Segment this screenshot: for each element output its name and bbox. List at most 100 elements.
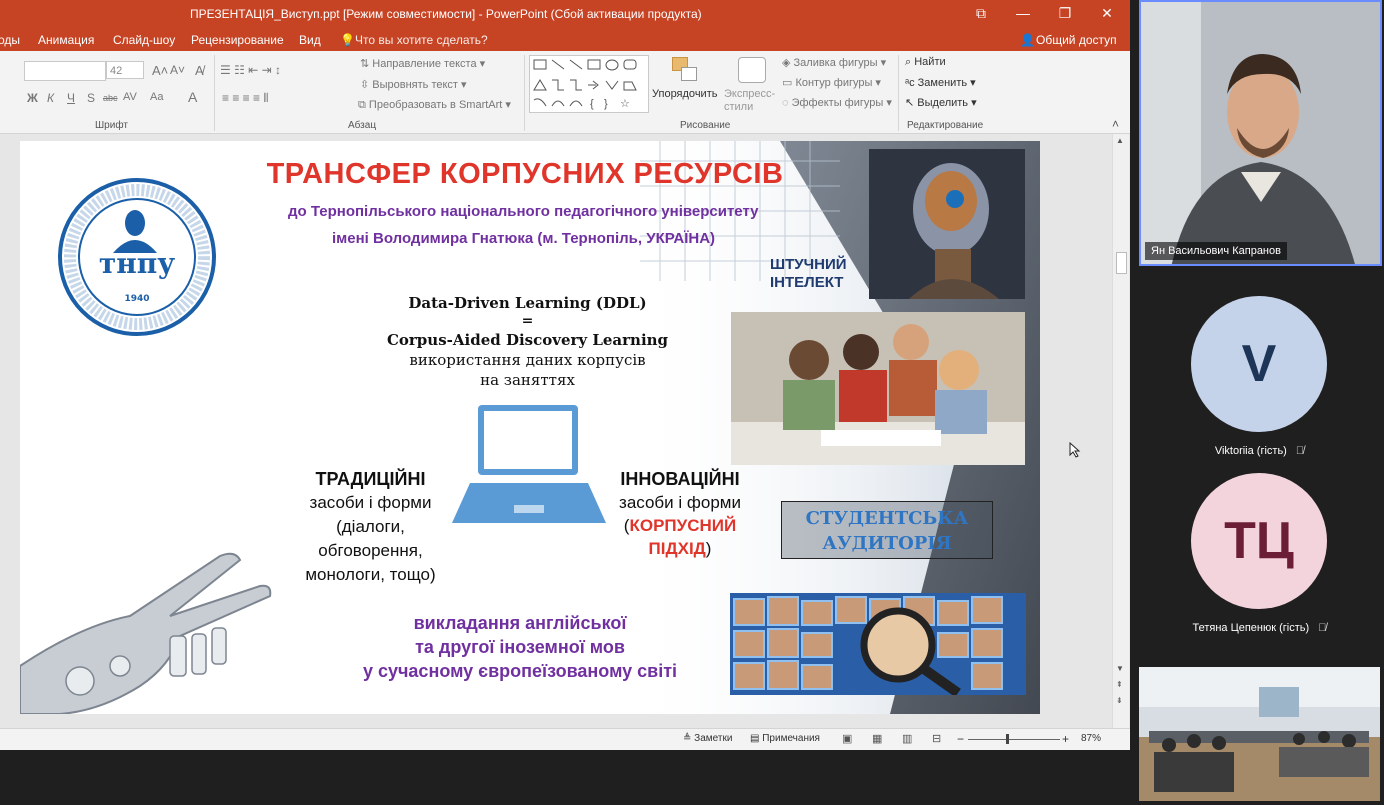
scroll-thumb[interactable] [1116, 252, 1127, 274]
mouse-cursor-icon [1069, 442, 1081, 458]
participant-video-tile[interactable]: Ян Васильович Капранов [1139, 0, 1382, 266]
ribbon: 42 A˄ A˅ A̸ Ж К Ч S abc AV Aa A Шрифт ☰ … [0, 51, 1130, 134]
zoom-slider[interactable] [968, 739, 1060, 740]
meeting-sidebar: Ян Васильович Капранов V Viktoriia (гіст… [1135, 0, 1384, 805]
italic-button[interactable]: К [47, 91, 54, 105]
quick-styles-icon[interactable] [738, 57, 766, 83]
bold-button[interactable]: Ж [27, 91, 38, 105]
scroll-down-icon[interactable]: ▼ [1116, 664, 1124, 673]
laptop-icon [452, 405, 606, 523]
ribbon-tabs: оды Анимация Слайд-шоу Рецензирование Ви… [0, 27, 1130, 51]
shape-outline-button[interactable]: ▭ Контур фигуры ▾ [782, 76, 881, 89]
arrange-icon[interactable] [672, 57, 698, 83]
classroom-video-tile[interactable] [1139, 667, 1380, 801]
collapse-ribbon-icon[interactable]: ˄ [1112, 117, 1119, 131]
search-icon: ⌕ [905, 56, 912, 68]
zoom-out-button[interactable]: − [957, 732, 964, 746]
smartart-label: Преобразовать в SmartArt [368, 99, 503, 111]
tell-me-box[interactable]: Что вы хотите сделать? [355, 33, 488, 47]
paren-close: ) [705, 539, 712, 558]
font-name-box[interactable] [24, 61, 106, 81]
zoom-level[interactable]: 87% [1081, 733, 1101, 744]
change-case-button[interactable]: Aa [150, 91, 163, 103]
font-color-icon[interactable]: A [188, 89, 197, 105]
bullets-icon[interactable]: ☰ ☷ ⇤ ⇥ ↕ [220, 63, 281, 77]
increase-font-icon[interactable]: A˄ [152, 63, 168, 78]
replace-button[interactable]: ᵃc Заменить ▾ [905, 76, 976, 89]
slide-subtitle-2: імені Володимира Гнатюка (м. Тернопіль, … [332, 230, 716, 247]
arrange-button[interactable]: Упорядочить [652, 88, 717, 100]
clear-format-icon[interactable]: A̸ [195, 63, 204, 78]
next-slide-icon[interactable]: ⇟ [1116, 696, 1123, 705]
faces-mosaic-image [730, 593, 1026, 695]
restore-button[interactable]: ❐ [1046, 2, 1084, 24]
cadl-line: Corpus-Aided Discovery Learning [386, 331, 669, 349]
ai-label: ШТУЧНИЙ ІНТЕЛЕКТ [770, 256, 870, 292]
ribbon-display-options-icon[interactable]: ⧉ [962, 2, 1000, 24]
slide[interactable]: тнпу 1940 ТРАНСФЕР КОРПУСНИХ РЕСУРСІВ до… [20, 141, 1040, 714]
comments-button[interactable]: ▤ Примечания [750, 733, 820, 744]
usage-line-1: використання даних корпусів [409, 351, 646, 369]
group-label-font: Шрифт [95, 120, 128, 131]
shape-effects-label: Эффекты фигуры [791, 97, 884, 109]
vertical-scrollbar[interactable]: ▲ ▼ ⇞ ⇟ [1112, 134, 1129, 728]
tab-slideshow[interactable]: Слайд-шоу [113, 33, 175, 47]
zoom-slider-thumb[interactable] [1006, 734, 1009, 744]
tab-review[interactable]: Рецензирование [191, 33, 284, 47]
shape-effects-button[interactable]: ◌ Эффекты фигуры ▾ [782, 96, 892, 109]
minimize-button[interactable]: — [1004, 2, 1042, 24]
tab-animation[interactable]: Анимация [38, 33, 94, 47]
shape-fill-label: Заливка фигуры [793, 57, 878, 69]
tab-view[interactable]: Вид [299, 33, 321, 47]
slide-title: ТРАНСФЕР КОРПУСНИХ РЕСУРСІВ [266, 158, 784, 190]
group-label-drawing: Рисование [680, 120, 731, 131]
group-label-editing: Редактирование [907, 120, 984, 131]
comments-label: Примечания [762, 733, 820, 744]
align-text-label: Выровнять текст [372, 79, 458, 91]
powerpoint-window: ПРЕЗЕНТАЦІЯ_Виступ.ppt [Режим совместимо… [0, 0, 1130, 750]
classroom-video [1139, 667, 1380, 801]
normal-view-icon[interactable]: ▣ [842, 732, 852, 745]
align-icons[interactable]: ≡ ≡ ≡ ≡ ⫴ [222, 91, 268, 106]
font-size-box[interactable]: 42 [106, 61, 144, 79]
participant-name-row: Тетяна Цепенюк (гість) 🎙̸ [1135, 622, 1384, 634]
speaker-video [1141, 2, 1380, 264]
shadow-button[interactable]: S [87, 91, 95, 105]
select-button[interactable]: ↖ Выделить ▾ [905, 96, 977, 109]
find-button[interactable]: ⌕ Найти [905, 56, 946, 69]
approach-text: ПІДХІД [648, 539, 706, 558]
participant-avatar[interactable]: V [1191, 296, 1327, 432]
text-direction-button[interactable]: ⇅ Направление текста ▾ [360, 57, 485, 70]
innovative-sub: засоби і форми [619, 493, 741, 512]
divider [898, 55, 899, 131]
participant-avatar[interactable]: ТЦ [1191, 473, 1327, 609]
bottom-line-1: викладання англійської [413, 613, 627, 633]
share-button[interactable]: Общий доступ [1036, 33, 1117, 47]
corpus-text: КОРПУСНИЙ [629, 516, 737, 535]
strikethrough-button[interactable]: abc [103, 93, 118, 103]
previous-slide-icon[interactable]: ⇞ [1116, 680, 1123, 689]
notes-button[interactable]: ≜ Заметки [683, 733, 732, 744]
char-spacing-button[interactable]: AV [123, 91, 137, 103]
align-text-button[interactable]: ⇳ Выровнять текст ▾ [360, 78, 467, 91]
innovative-heading: ІННОВАЦІЙНІ [620, 469, 740, 489]
participant-name: Ян Васильович Капранов [1145, 242, 1287, 260]
muted-mic-icon: 🎙̸ [1318, 622, 1327, 634]
scroll-up-icon[interactable]: ▲ [1116, 136, 1124, 145]
participant-name-row: Viktoriia (гість) 🎙̸ [1135, 445, 1384, 457]
quick-styles-button[interactable]: Экспресс-стили [724, 88, 775, 114]
underline-button[interactable]: Ч [67, 91, 75, 105]
tab-transitions[interactable]: оды [0, 33, 20, 47]
shape-fill-button[interactable]: ◈ Заливка фигуры ▾ [782, 56, 886, 69]
traditional-line-1: засоби і форми [309, 493, 432, 512]
reading-view-icon[interactable]: ▥ [902, 732, 912, 745]
student-audience-box: СТУДЕНТСЬКА АУДИТОРІЯ [781, 501, 993, 559]
smartart-button[interactable]: ⧉ Преобразовать в SmartArt ▾ [358, 98, 511, 112]
ddl-line: Data-Driven Learning (DDL) [408, 294, 647, 312]
shapes-gallery[interactable]: {} ☆ [529, 55, 649, 113]
slide-sorter-icon[interactable]: ▦ [872, 732, 882, 745]
decrease-font-icon[interactable]: A˅ [170, 63, 185, 77]
close-button[interactable]: ✕ [1088, 2, 1126, 24]
slideshow-icon[interactable]: ⊟ [932, 732, 941, 745]
zoom-in-button[interactable]: + [1062, 732, 1069, 746]
